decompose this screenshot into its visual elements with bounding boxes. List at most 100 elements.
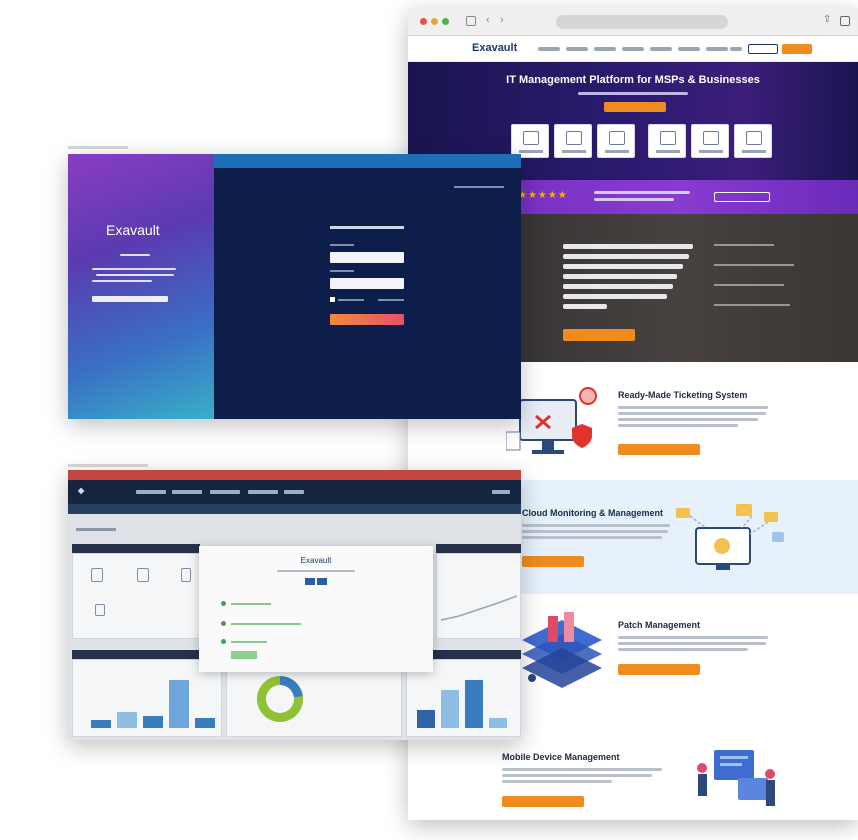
promo-text bbox=[563, 284, 673, 289]
reviews-button[interactable] bbox=[714, 192, 770, 202]
promo-cta-button[interactable] bbox=[563, 329, 635, 341]
monitor-icon[interactable] bbox=[181, 568, 191, 582]
browser-toolbar: ‹ › ⇧ bbox=[408, 8, 858, 36]
rating-text bbox=[594, 191, 690, 194]
dashboard-window-caption bbox=[68, 464, 148, 467]
chart-bar bbox=[465, 680, 483, 728]
share-icon[interactable]: ⇧ bbox=[823, 14, 831, 25]
address-bar[interactable] bbox=[556, 15, 728, 29]
remember-me-label bbox=[338, 299, 364, 301]
feature-cta-button[interactable] bbox=[618, 664, 700, 675]
hero-title: IT Management Platform for MSPs & Busine… bbox=[506, 74, 760, 86]
feature-cta-button[interactable] bbox=[522, 556, 584, 567]
feature-cta-button[interactable] bbox=[618, 444, 700, 455]
modal-action-button[interactable] bbox=[317, 578, 327, 585]
feature-cta-button[interactable] bbox=[502, 796, 584, 807]
login-window: Exavault bbox=[68, 154, 521, 419]
login-top-bar bbox=[214, 154, 521, 168]
product-card[interactable] bbox=[648, 124, 686, 158]
dashboard-nav-item[interactable] bbox=[248, 490, 278, 494]
modal-continue-button[interactable] bbox=[231, 651, 257, 659]
dashboard-alert-bar bbox=[68, 470, 521, 480]
panel-header bbox=[436, 544, 521, 553]
document-icon[interactable] bbox=[91, 568, 103, 582]
site-navbar: Exavault bbox=[408, 36, 858, 62]
password-input[interactable] bbox=[330, 278, 404, 289]
quick-actions-panel bbox=[72, 553, 200, 639]
product-card[interactable] bbox=[554, 124, 592, 158]
forgot-password-link[interactable] bbox=[378, 299, 404, 301]
login-submit-button[interactable] bbox=[330, 314, 404, 325]
remember-me-checkbox[interactable] bbox=[330, 297, 335, 302]
device-icon[interactable] bbox=[95, 604, 105, 616]
username-input[interactable] bbox=[330, 252, 404, 263]
dashboard-nav-item[interactable] bbox=[136, 490, 166, 494]
status-ok-icon bbox=[221, 639, 226, 644]
feature-text bbox=[618, 418, 758, 421]
status-item bbox=[231, 641, 267, 643]
site-logo[interactable]: Exavault bbox=[472, 42, 517, 54]
login-top-link[interactable] bbox=[454, 186, 504, 188]
nav-link[interactable] bbox=[730, 47, 742, 51]
modal-action-button[interactable] bbox=[305, 578, 315, 585]
login-headline bbox=[92, 296, 168, 302]
feature-title: Patch Management bbox=[618, 620, 701, 630]
close-window-icon[interactable] bbox=[420, 18, 427, 25]
chart-bar bbox=[169, 680, 189, 728]
dashboard-nav-item[interactable] bbox=[210, 490, 240, 494]
dashboard-nav-item[interactable] bbox=[172, 490, 202, 494]
product-card[interactable] bbox=[597, 124, 635, 158]
feature-text bbox=[618, 412, 766, 415]
chart-bar bbox=[195, 718, 215, 728]
dashboard-nav-item[interactable] bbox=[284, 490, 304, 494]
feature-title: Cloud Monitoring & Management bbox=[522, 508, 663, 518]
feature-text bbox=[502, 768, 662, 771]
printer-icon[interactable] bbox=[137, 568, 149, 582]
nav-link[interactable] bbox=[678, 47, 700, 51]
minimize-window-icon[interactable] bbox=[431, 18, 438, 25]
nav-link[interactable] bbox=[594, 47, 616, 51]
donut-chart bbox=[257, 676, 303, 722]
panel-header bbox=[72, 544, 200, 553]
login-heading bbox=[330, 226, 404, 229]
nav-link[interactable] bbox=[622, 47, 644, 51]
maximize-window-icon[interactable] bbox=[442, 18, 449, 25]
rating-stars: ★★★★★ bbox=[518, 190, 568, 201]
nav-link[interactable] bbox=[650, 47, 672, 51]
nav-link[interactable] bbox=[566, 47, 588, 51]
chart-bar bbox=[117, 712, 137, 728]
product-card[interactable] bbox=[734, 124, 772, 158]
signup-button[interactable] bbox=[782, 44, 812, 54]
dashboard-user-menu[interactable] bbox=[492, 490, 510, 494]
nav-link[interactable] bbox=[706, 47, 728, 51]
forward-icon[interactable]: › bbox=[500, 14, 504, 26]
promo-text bbox=[563, 274, 677, 279]
laptop-icon bbox=[609, 131, 625, 145]
modal-logo: Exavault bbox=[300, 556, 332, 565]
promo-list-item bbox=[714, 244, 774, 246]
promo-text bbox=[563, 304, 607, 309]
feature-text bbox=[502, 774, 652, 777]
nav-link[interactable] bbox=[538, 47, 560, 51]
login-form-panel bbox=[214, 154, 521, 419]
promo-list-item bbox=[714, 304, 790, 306]
tabs-icon[interactable] bbox=[840, 16, 850, 26]
mobile-icon bbox=[660, 131, 676, 145]
feature-text bbox=[522, 530, 668, 533]
dashboard-logo-icon[interactable]: ◈ bbox=[78, 486, 84, 495]
login-tagline bbox=[92, 268, 176, 270]
product-card[interactable] bbox=[691, 124, 729, 158]
chart-bar bbox=[417, 710, 435, 728]
login-button[interactable] bbox=[748, 44, 778, 54]
product-card[interactable] bbox=[511, 124, 549, 158]
password-label bbox=[330, 270, 354, 272]
login-brand-panel: Exavault bbox=[68, 154, 214, 419]
chart-bar bbox=[91, 720, 111, 728]
sidebar-toggle-icon[interactable] bbox=[466, 16, 476, 26]
status-modal: Exavault bbox=[199, 546, 433, 672]
dashboard-breadcrumb bbox=[76, 528, 116, 531]
login-logo: Exavault bbox=[106, 222, 160, 238]
feature-title: Mobile Device Management bbox=[502, 752, 620, 762]
back-icon[interactable]: ‹ bbox=[486, 14, 490, 26]
hero-cta-button[interactable] bbox=[604, 102, 666, 112]
